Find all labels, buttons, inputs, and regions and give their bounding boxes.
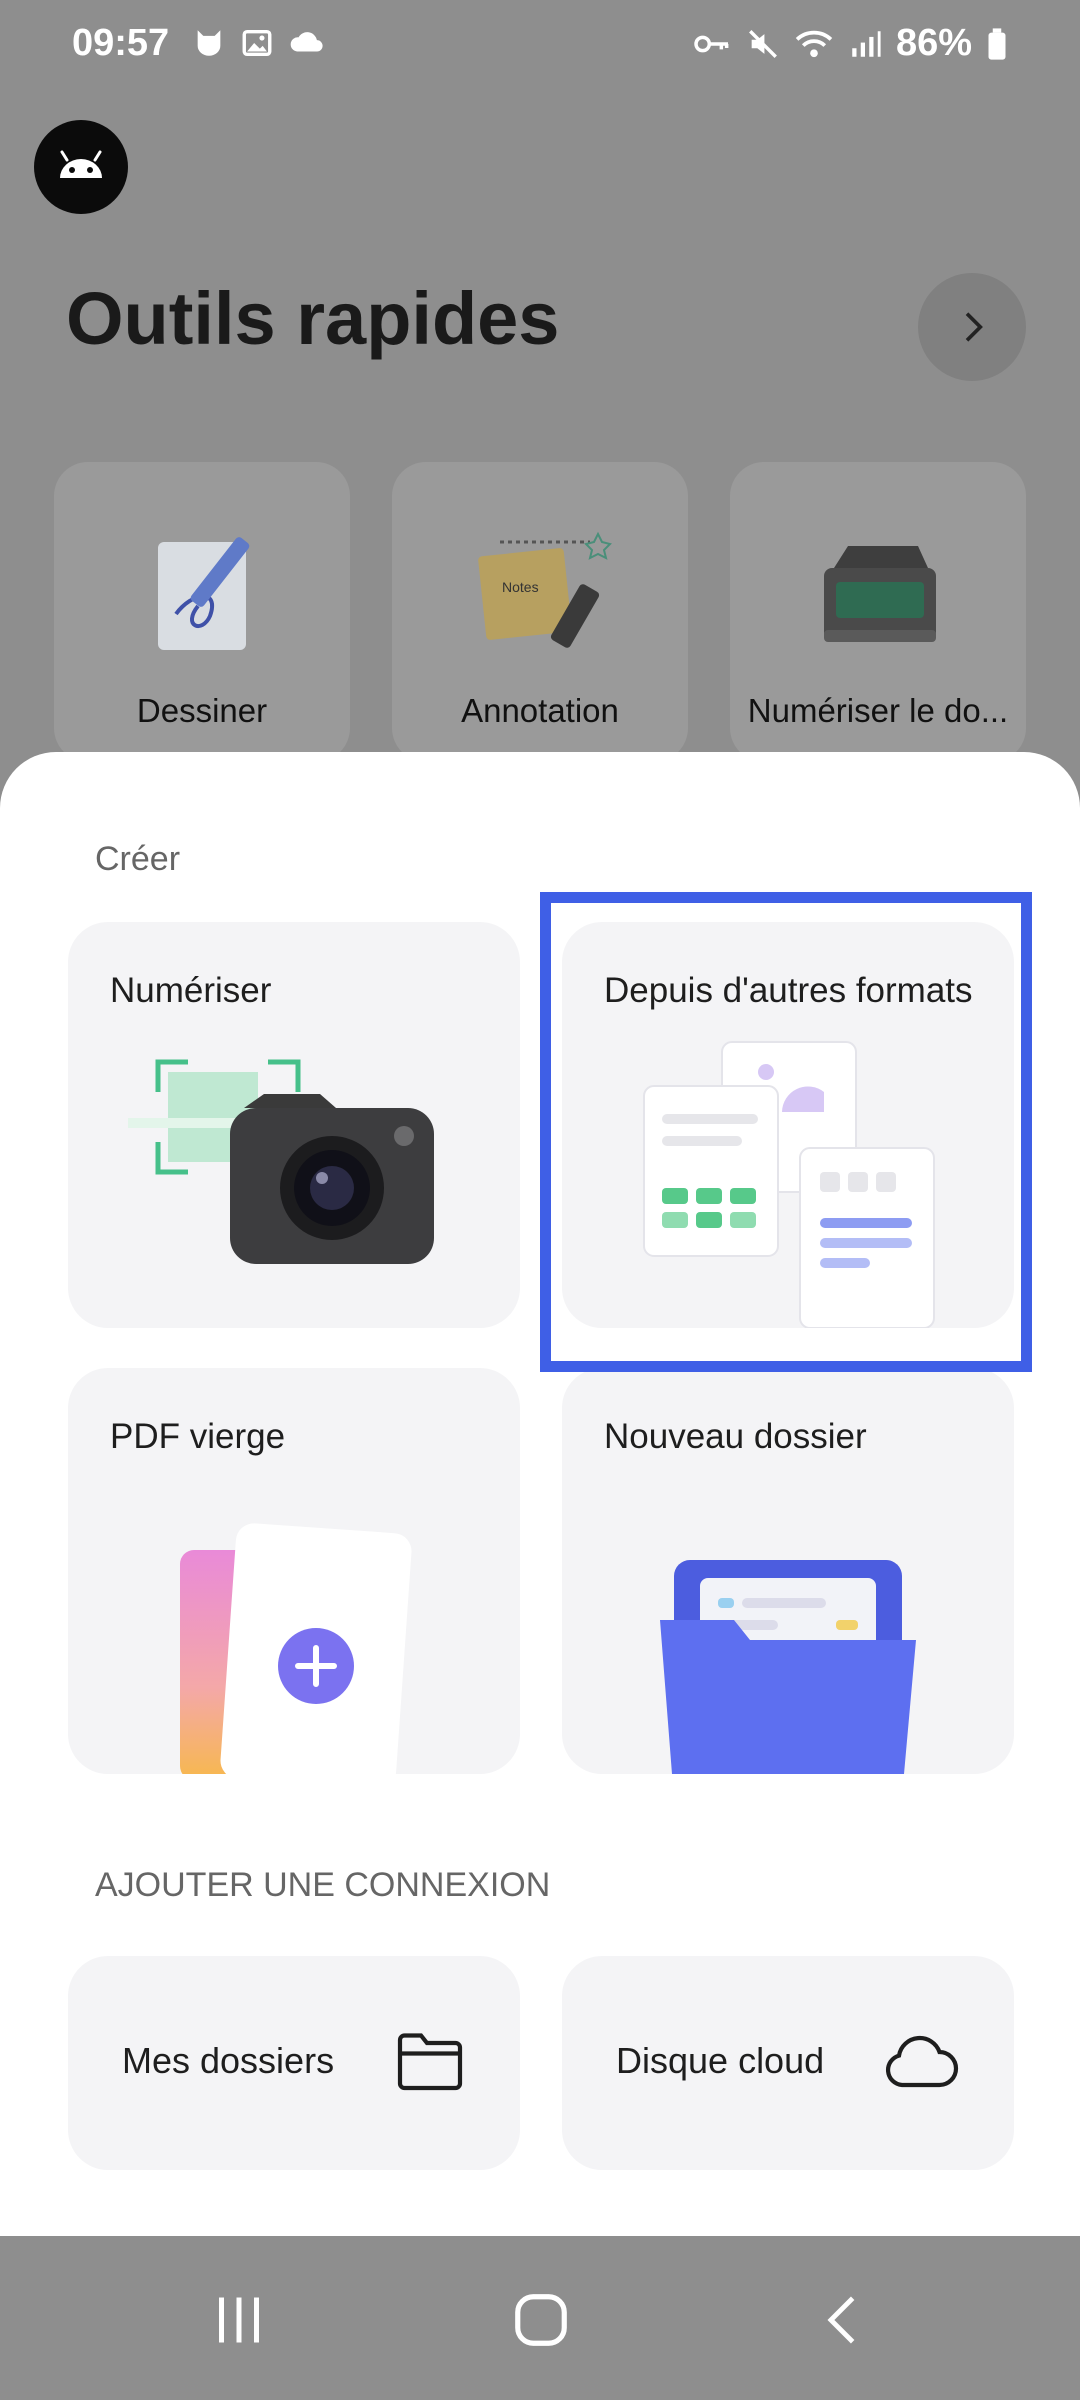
status-bar: 09:57 86% <box>0 0 1080 90</box>
battery-icon <box>988 27 1006 60</box>
new-folder-icon <box>660 1560 916 1774</box>
scanner-icon <box>824 546 936 642</box>
quick-tools-title: Outils rapides <box>66 277 560 360</box>
create-scan-tile[interactable]: Numériser <box>68 922 520 1328</box>
connection-cloud-drive[interactable]: Disque cloud <box>562 1956 1014 2170</box>
vpn-key-icon <box>694 35 729 52</box>
highlight-frame <box>540 892 1032 1372</box>
folder-icon <box>397 2033 463 2091</box>
sticky-note-text: Notes <box>502 579 539 595</box>
quick-tool-annotation[interactable]: Notes Annotation <box>392 462 688 762</box>
android-icon <box>60 150 102 178</box>
signal-icon <box>852 30 881 57</box>
connection-my-folders[interactable]: Mes dossiers <box>68 1956 520 2170</box>
gallery-notification-icon <box>242 29 272 57</box>
tile-title: PDF vierge <box>110 1417 286 1456</box>
chevron-right-icon <box>965 312 983 342</box>
camera-scan-icon <box>128 1059 434 1264</box>
status-time: 09:57 <box>72 22 170 64</box>
navigation-bar <box>0 2236 1080 2400</box>
tile-title: Numériser <box>110 971 272 1010</box>
recent-apps-button[interactable] <box>194 2288 284 2352</box>
connections-section-label: AJOUTER UNE CONNEXION <box>95 1866 551 1904</box>
quick-tool-scan-document[interactable]: Numériser le do... <box>730 462 1026 762</box>
recent-apps-icon <box>219 2297 259 2343</box>
tile-title: Nouveau dossier <box>604 1417 867 1456</box>
create-section-label: Créer <box>95 840 181 878</box>
blank-pdf-icon <box>180 1523 412 1774</box>
cloud-notification-icon <box>290 32 323 52</box>
home-button[interactable] <box>496 2288 586 2352</box>
mute-icon <box>748 29 777 58</box>
back-icon <box>827 2296 855 2344</box>
quick-tool-label: Dessiner <box>136 692 268 729</box>
battery-percentage: 86% <box>895 22 972 64</box>
back-button[interactable] <box>798 2288 888 2352</box>
quick-tool-label: Annotation <box>461 692 619 729</box>
connection-label: Mes dossiers <box>122 2040 335 2081</box>
cat-notification-icon <box>197 30 221 56</box>
android-avatar[interactable] <box>34 120 128 214</box>
draw-pencil-icon <box>158 537 250 650</box>
cloud-icon <box>885 2035 959 2088</box>
create-blank-pdf-tile[interactable]: PDF vierge <box>68 1368 520 1774</box>
home-icon <box>515 2294 567 2346</box>
quick-tool-label: Numériser le do... <box>747 692 1009 729</box>
create-new-folder-tile[interactable]: Nouveau dossier <box>562 1368 1014 1774</box>
quick-tool-draw[interactable]: Dessiner <box>54 462 350 762</box>
quick-tools-next-button[interactable] <box>918 273 1026 381</box>
wifi-icon <box>795 30 833 57</box>
sticky-note-icon: Notes <box>478 531 612 648</box>
connection-label: Disque cloud <box>616 2040 825 2081</box>
